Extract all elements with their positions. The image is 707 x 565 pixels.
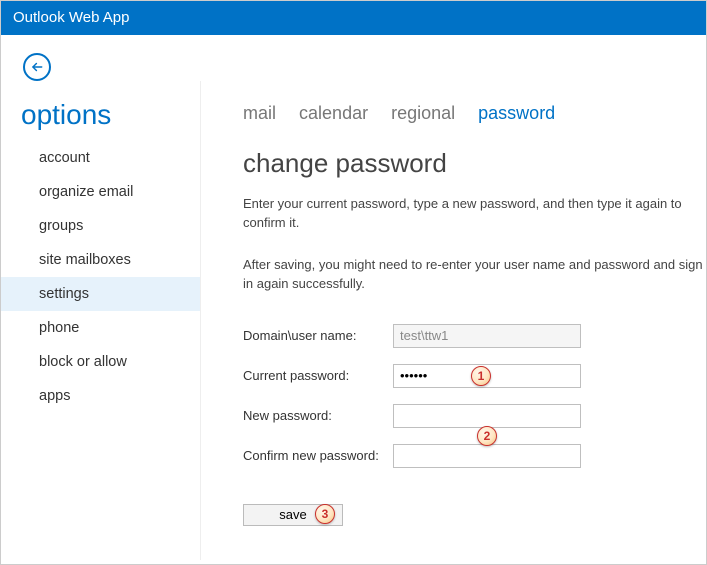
- options-heading: options: [1, 95, 200, 141]
- tab-mail[interactable]: mail: [243, 103, 276, 123]
- sidebar-item-groups[interactable]: groups: [1, 209, 200, 243]
- arrow-left-icon: [30, 60, 44, 74]
- sidebar-item-account[interactable]: account: [1, 141, 200, 175]
- annotation-marker-3: 3: [315, 504, 335, 524]
- sidebar-item-label: apps: [39, 388, 70, 404]
- sidebar-item-label: site mailboxes: [39, 252, 131, 268]
- tab-calendar[interactable]: calendar: [299, 103, 368, 123]
- new-password-label: New password:: [243, 408, 393, 423]
- tab-regional[interactable]: regional: [391, 103, 455, 123]
- sidebar-item-apps[interactable]: apps: [1, 379, 200, 413]
- domain-label: Domain\user name:: [243, 328, 393, 343]
- sidebar-item-site-mailboxes[interactable]: site mailboxes: [1, 243, 200, 277]
- tabs: mail calendar regional password: [243, 103, 706, 124]
- row-current-password: Current password: 1: [243, 364, 706, 388]
- page-desc-1: Enter your current password, type a new …: [243, 195, 706, 233]
- sidebar-item-block-or-allow[interactable]: block or allow: [1, 345, 200, 379]
- sidebar-item-label: account: [39, 150, 90, 166]
- row-domain: Domain\user name:: [243, 324, 706, 348]
- sidebar-item-label: groups: [39, 218, 83, 234]
- sidebar-item-label: block or allow: [39, 354, 127, 370]
- annotation-marker-2: 2: [477, 426, 497, 446]
- sidebar: options account organize email groups si…: [1, 81, 201, 560]
- sidebar-item-label: organize email: [39, 184, 133, 200]
- tab-password[interactable]: password: [478, 103, 555, 123]
- annotation-marker-1: 1: [471, 366, 491, 386]
- sidebar-item-organize-email[interactable]: organize email: [1, 175, 200, 209]
- page-desc-2: After saving, you might need to re-enter…: [243, 255, 706, 294]
- sidebar-item-label: settings: [39, 286, 89, 302]
- row-new-password: New password:: [243, 404, 706, 428]
- main-panel: mail calendar regional password change p…: [207, 81, 706, 560]
- page-heading: change password: [243, 148, 706, 179]
- title-bar: Outlook Web App: [1, 1, 706, 35]
- row-confirm-password: Confirm new password: 2: [243, 444, 706, 468]
- sidebar-item-settings[interactable]: settings: [1, 277, 200, 311]
- confirm-password-input[interactable]: [393, 444, 581, 468]
- new-password-input[interactable]: [393, 404, 581, 428]
- confirm-password-label: Confirm new password:: [243, 448, 393, 463]
- current-password-label: Current password:: [243, 368, 393, 383]
- back-row: [1, 35, 706, 81]
- back-button[interactable]: [23, 53, 51, 81]
- app-name: Outlook Web App: [13, 9, 129, 26]
- sidebar-item-label: phone: [39, 320, 79, 336]
- sidebar-list: account organize email groups site mailb…: [1, 141, 200, 413]
- sidebar-item-phone[interactable]: phone: [1, 311, 200, 345]
- save-row: save 3: [243, 504, 706, 526]
- domain-input: [393, 324, 581, 348]
